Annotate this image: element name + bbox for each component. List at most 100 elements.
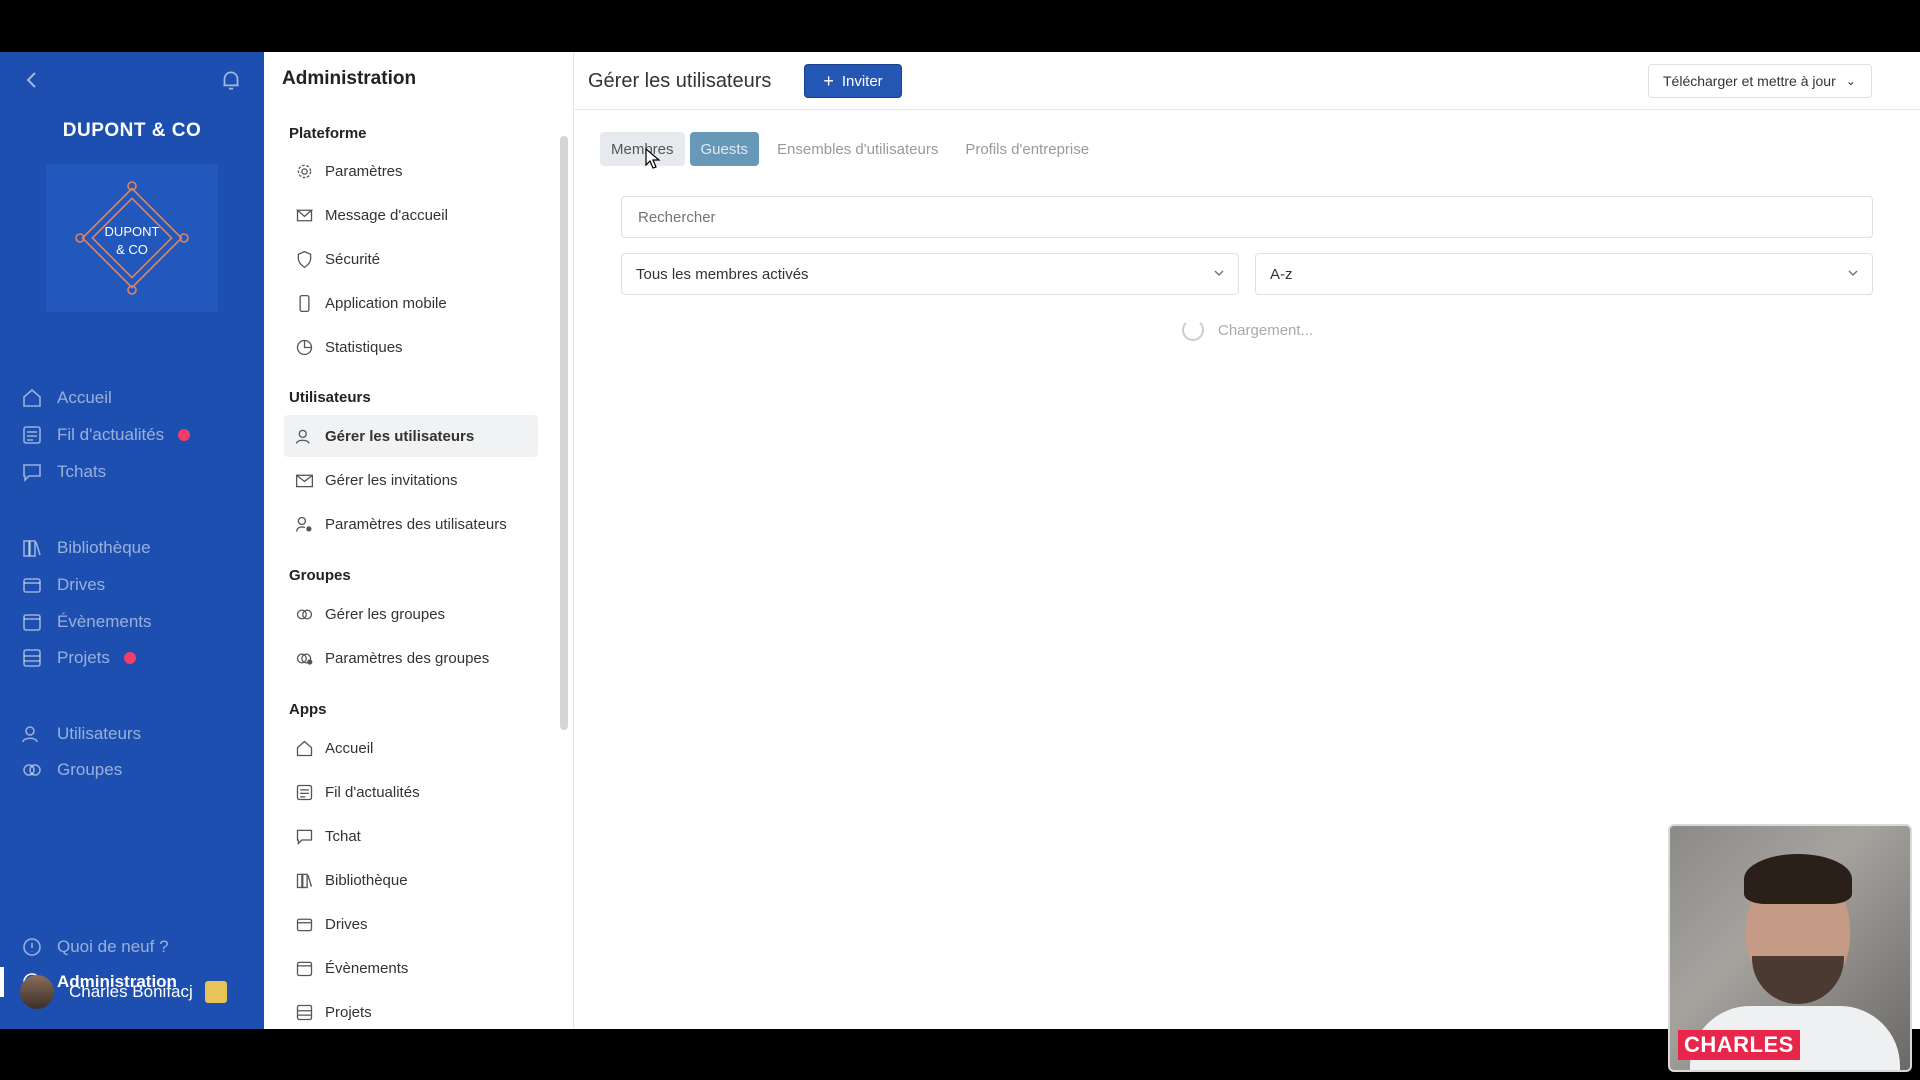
section-groups: Groupes bbox=[289, 567, 351, 584]
chevron-down-icon bbox=[1848, 270, 1858, 277]
download-label: Télécharger et mettre à jour bbox=[1663, 73, 1836, 89]
admin-item-mobile[interactable]: Application mobile bbox=[284, 282, 538, 324]
user-tabs: Membres Guests Ensembles d'utilisateurs … bbox=[600, 132, 1103, 166]
user-status-icon bbox=[204, 981, 227, 1003]
tab-user-sets[interactable]: Ensembles d'utilisateurs bbox=[768, 132, 947, 166]
back-chevron-icon[interactable] bbox=[20, 68, 44, 92]
nav-label: Bibliothèque bbox=[57, 538, 151, 557]
groups-icon bbox=[23, 764, 41, 776]
nav-library[interactable]: Bibliothèque bbox=[0, 531, 264, 565]
admin-item-settings[interactable]: Paramètres bbox=[284, 150, 538, 192]
projects-icon bbox=[296, 1004, 313, 1020]
groups-icon bbox=[296, 608, 313, 620]
library-icon bbox=[296, 873, 313, 888]
nav-label: Utilisateurs bbox=[57, 724, 142, 743]
nav-drives[interactable]: Drives bbox=[0, 568, 264, 602]
nav-users[interactable]: Utilisateurs bbox=[0, 717, 264, 751]
nav-label: Évènements bbox=[57, 612, 152, 631]
tab-members[interactable]: Membres bbox=[600, 132, 685, 166]
admin-app-chat[interactable]: Tchat bbox=[284, 815, 538, 857]
admin-item-label: Fil d'actualités bbox=[325, 783, 420, 801]
feed-icon bbox=[23, 426, 41, 444]
admin-item-label: Évènements bbox=[325, 959, 409, 977]
company-logo: DUPONT & CO bbox=[46, 164, 218, 312]
admin-item-label: Gérer les groupes bbox=[325, 605, 446, 623]
admin-item-manage-invitations[interactable]: Gérer les invitations bbox=[284, 459, 538, 501]
admin-app-feed[interactable]: Fil d'actualités bbox=[284, 771, 538, 813]
tab-company-profiles[interactable]: Profils d'entreprise bbox=[956, 132, 1098, 166]
invite-button[interactable]: + Inviter bbox=[804, 64, 902, 98]
admin-item-statistics[interactable]: Statistiques bbox=[284, 326, 538, 368]
admin-item-user-settings[interactable]: Paramètres des utilisateurs bbox=[284, 503, 538, 545]
admin-app-library[interactable]: Bibliothèque bbox=[284, 859, 538, 901]
whats-new-icon bbox=[23, 938, 41, 956]
section-apps: Apps bbox=[289, 701, 327, 718]
admin-item-label: Bibliothèque bbox=[325, 871, 408, 889]
nav-events[interactable]: Évènements bbox=[0, 605, 264, 639]
home-icon bbox=[23, 388, 41, 407]
admin-item-security[interactable]: Sécurité bbox=[284, 238, 538, 280]
admin-item-manage-groups[interactable]: Gérer les groupes bbox=[284, 593, 538, 635]
admin-app-projects[interactable]: Projets bbox=[284, 991, 538, 1029]
section-platform: Plateforme bbox=[289, 125, 367, 142]
nav-label: Drives bbox=[57, 575, 106, 594]
library-icon bbox=[23, 540, 41, 557]
admin-app-home[interactable]: Accueil bbox=[284, 727, 538, 769]
avatar bbox=[20, 975, 54, 1009]
member-filter-value: Tous les membres activés bbox=[636, 265, 809, 283]
page-header: Gérer les utilisateurs + Inviter Télécha… bbox=[574, 52, 1920, 110]
tab-guests[interactable]: Guests bbox=[689, 132, 760, 166]
nav-groups[interactable]: Groupes bbox=[0, 753, 264, 787]
admin-item-label: Accueil bbox=[325, 739, 374, 757]
nav-label: Projets bbox=[57, 648, 110, 667]
logo-text-line1: DUPONT bbox=[105, 224, 160, 239]
admin-item-label: Drives bbox=[325, 915, 368, 933]
member-filter-select[interactable]: Tous les membres activés bbox=[621, 253, 1239, 295]
app-sidebar: DUPONT & CO DUPONT & CO Accueil Fil d'ac… bbox=[0, 52, 264, 1029]
chat-icon bbox=[296, 829, 313, 845]
bell-icon[interactable] bbox=[218, 67, 244, 93]
drive-icon bbox=[296, 918, 313, 931]
invite-label: Inviter bbox=[841, 72, 883, 90]
section-users: Utilisateurs bbox=[289, 389, 371, 406]
logo-text-line2: & CO bbox=[116, 242, 148, 257]
download-update-button[interactable]: Télécharger et mettre à jour ⌄ bbox=[1648, 64, 1872, 98]
page-title: Gérer les utilisateurs bbox=[588, 70, 772, 92]
notification-dot bbox=[178, 429, 191, 441]
admin-app-drives[interactable]: Drives bbox=[284, 903, 538, 945]
admin-item-label: Sécurité bbox=[325, 250, 381, 268]
nav-whats-new[interactable]: Quoi de neuf ? bbox=[0, 930, 264, 964]
nav-label: Quoi de neuf ? bbox=[57, 937, 169, 956]
sort-select[interactable]: A-z bbox=[1255, 253, 1873, 295]
gear-icon bbox=[297, 164, 312, 178]
loading-text: Chargement... bbox=[1218, 321, 1314, 339]
nav-label: Accueil bbox=[57, 388, 112, 407]
nav-projects[interactable]: Projets bbox=[0, 641, 264, 675]
nav-chats[interactable]: Tchats bbox=[0, 455, 264, 489]
sort-value: A-z bbox=[1270, 265, 1293, 283]
admin-submenu: Administration Plateforme Paramètres Mes… bbox=[264, 52, 574, 1029]
admin-item-label: Application mobile bbox=[325, 294, 447, 312]
admin-item-welcome[interactable]: Message d'accueil bbox=[284, 194, 538, 236]
pie-chart-icon bbox=[296, 339, 313, 355]
group-settings-icon bbox=[296, 652, 313, 665]
scrollbar[interactable] bbox=[560, 136, 568, 730]
nav-accueil[interactable]: Accueil bbox=[0, 381, 264, 415]
admin-app-events[interactable]: Évènements bbox=[284, 947, 538, 989]
admin-item-manage-users[interactable]: Gérer les utilisateurs bbox=[284, 415, 538, 457]
welcome-message-icon bbox=[295, 209, 314, 221]
admin-item-label: Projets bbox=[325, 1003, 372, 1021]
chevron-down-icon: ⌄ bbox=[1845, 74, 1856, 88]
app-window: DUPONT & CO DUPONT & CO Accueil Fil d'ac… bbox=[0, 52, 1920, 1029]
admin-item-label: Statistiques bbox=[325, 338, 403, 356]
admin-item-label: Tchat bbox=[325, 827, 361, 845]
search-input[interactable] bbox=[621, 196, 1873, 238]
nav-feed[interactable]: Fil d'actualités bbox=[0, 418, 264, 452]
chat-icon bbox=[23, 464, 41, 482]
chevron-down-icon bbox=[1214, 270, 1224, 277]
admin-item-group-settings[interactable]: Paramètres des groupes bbox=[284, 637, 538, 679]
nav-label: Tchats bbox=[57, 462, 107, 481]
user-profile[interactable]: Charles Bonifacj bbox=[20, 975, 227, 1009]
home-icon bbox=[296, 740, 313, 756]
calendar-icon bbox=[296, 961, 313, 976]
